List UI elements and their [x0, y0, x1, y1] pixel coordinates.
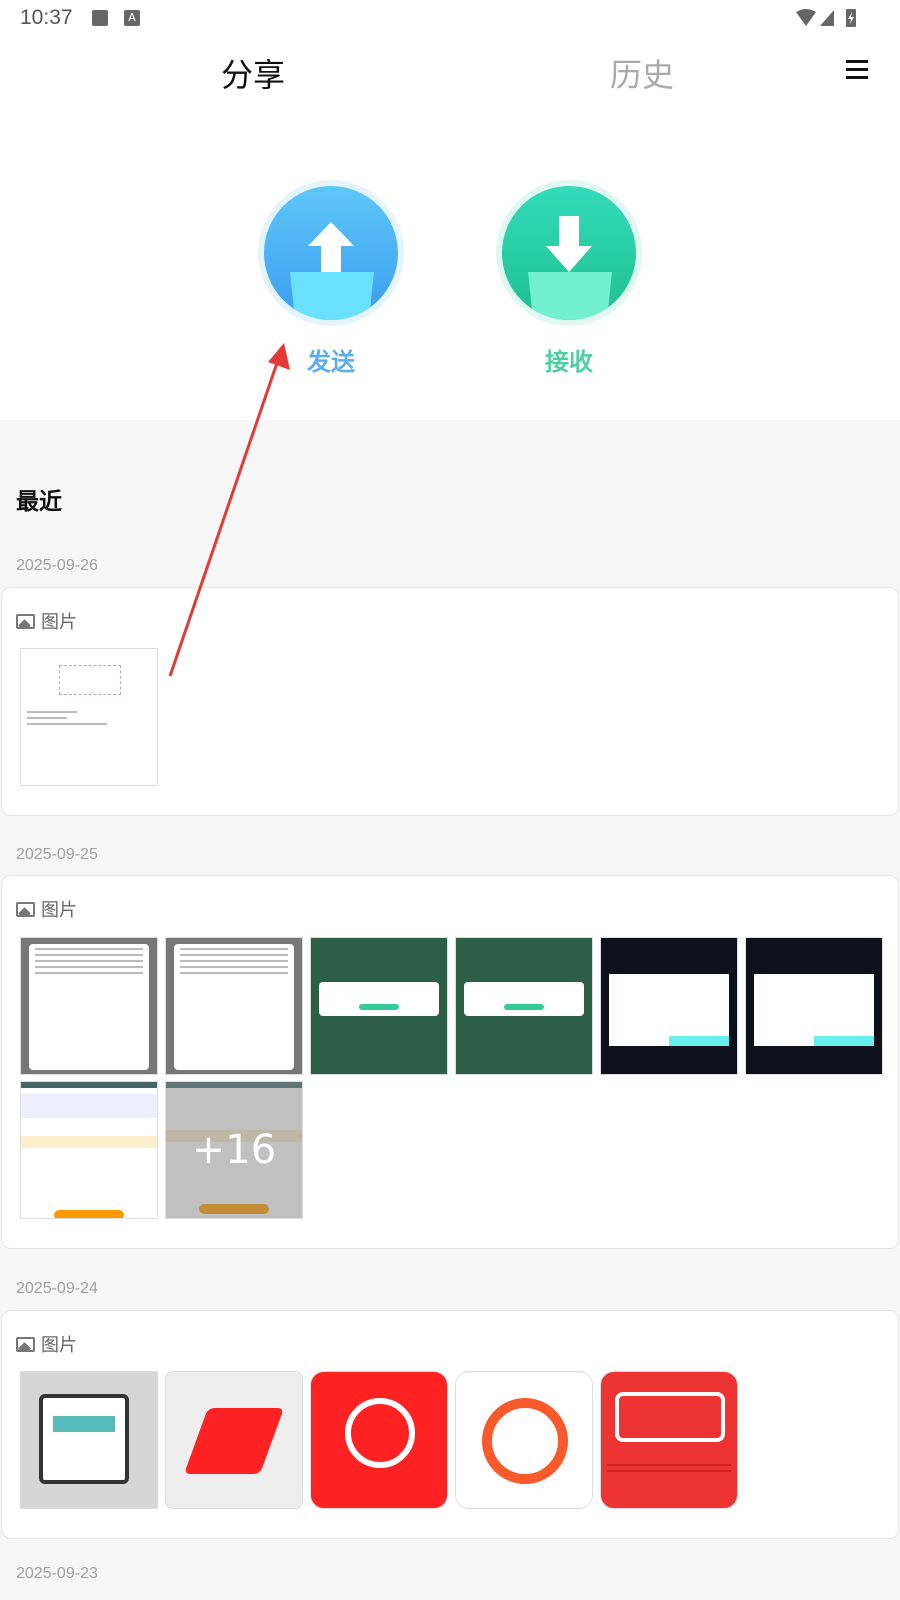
annotation-arrow — [168, 343, 290, 677]
